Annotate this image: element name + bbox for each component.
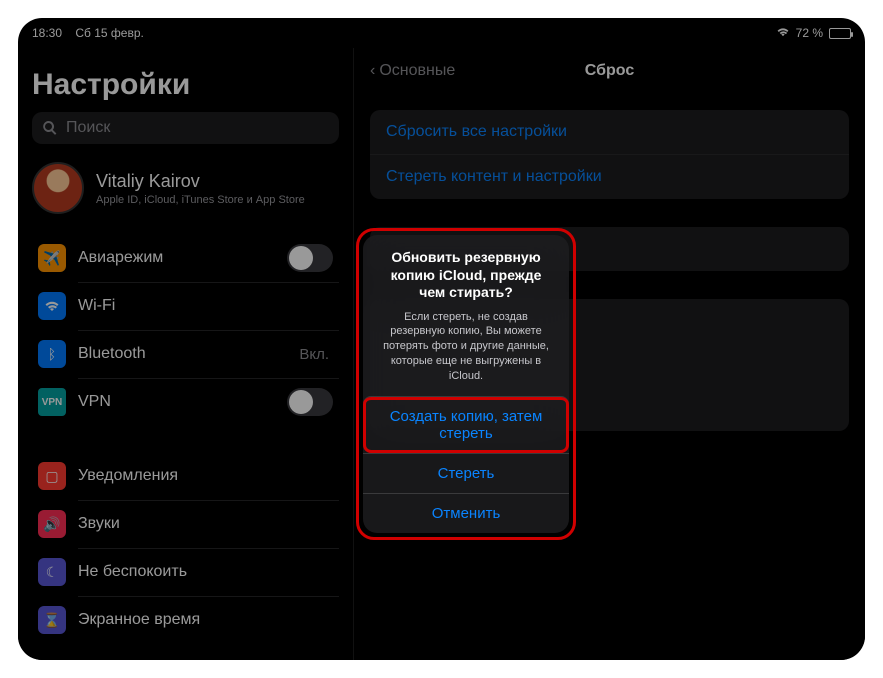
status-time: 18:30: [32, 26, 62, 40]
status-date: Сб 15 февр.: [75, 26, 143, 40]
airplane-toggle[interactable]: [287, 244, 333, 272]
vpn-icon: VPN: [38, 388, 66, 416]
sidebar-item-sounds[interactable]: 🔊 Звуки: [32, 500, 339, 548]
sidebar-item-wifi[interactable]: Wi-Fi: [32, 282, 339, 330]
battery-percent: 72 %: [796, 26, 823, 40]
bluetooth-icon: ᛒ: [38, 340, 66, 368]
sounds-icon: 🔊: [38, 510, 66, 538]
confirm-dialog: Обновить резервную копию iCloud, прежде …: [363, 235, 569, 533]
notifications-icon: ▢: [38, 462, 66, 490]
status-bar: 18:30 Сб 15 февр. 72 %: [18, 18, 865, 42]
sidebar-item-dnd[interactable]: ☾ Не беспокоить: [32, 548, 339, 596]
dialog-title: Обновить резервную копию iCloud, прежде …: [377, 249, 555, 302]
backup-then-erase-button[interactable]: Создать копию, затем стереть: [363, 396, 569, 453]
wifi-icon: [776, 26, 790, 40]
sidebar-item-screentime[interactable]: ⌛ Экранное время: [32, 596, 339, 644]
back-button[interactable]: ‹ Основные: [370, 62, 455, 80]
battery-icon: [829, 28, 851, 39]
settings-sidebar: Настройки Поиск Vitaliy Kairov Apple ID,…: [18, 48, 353, 660]
cell-erase-all[interactable]: Стереть контент и настройки: [370, 154, 849, 199]
search-input[interactable]: Поиск: [32, 112, 339, 144]
avatar: [32, 162, 84, 214]
app-title: Настройки: [32, 68, 339, 102]
profile-subtitle: Apple ID, iCloud, iTunes Store и App Sto…: [96, 194, 305, 206]
sidebar-item-bluetooth[interactable]: ᛒ Bluetooth Вкл.: [32, 330, 339, 378]
cell-reset-all[interactable]: Сбросить все настройки: [370, 110, 849, 154]
search-icon: [42, 120, 58, 136]
vpn-toggle[interactable]: [287, 388, 333, 416]
sidebar-item-notifications[interactable]: ▢ Уведомления: [32, 452, 339, 500]
annotation-highlight: Обновить резервную копию iCloud, прежде …: [356, 228, 576, 540]
moon-icon: ☾: [38, 558, 66, 586]
erase-button[interactable]: Стереть: [363, 453, 569, 493]
airplane-icon: ✈️: [38, 244, 66, 272]
hourglass-icon: ⌛: [38, 606, 66, 634]
wifi-row-icon: [38, 292, 66, 320]
search-placeholder: Поиск: [66, 119, 110, 137]
cancel-button[interactable]: Отменить: [363, 493, 569, 533]
profile-name: Vitaliy Kairov: [96, 171, 305, 192]
sidebar-item-vpn[interactable]: VPN VPN: [32, 378, 339, 426]
dialog-message: Если стереть, не создав резервную копию,…: [377, 310, 555, 384]
chevron-left-icon: ‹: [370, 62, 375, 80]
profile-row[interactable]: Vitaliy Kairov Apple ID, iCloud, iTunes …: [32, 162, 339, 214]
sidebar-item-airplane[interactable]: ✈️ Авиарежим: [32, 234, 339, 282]
